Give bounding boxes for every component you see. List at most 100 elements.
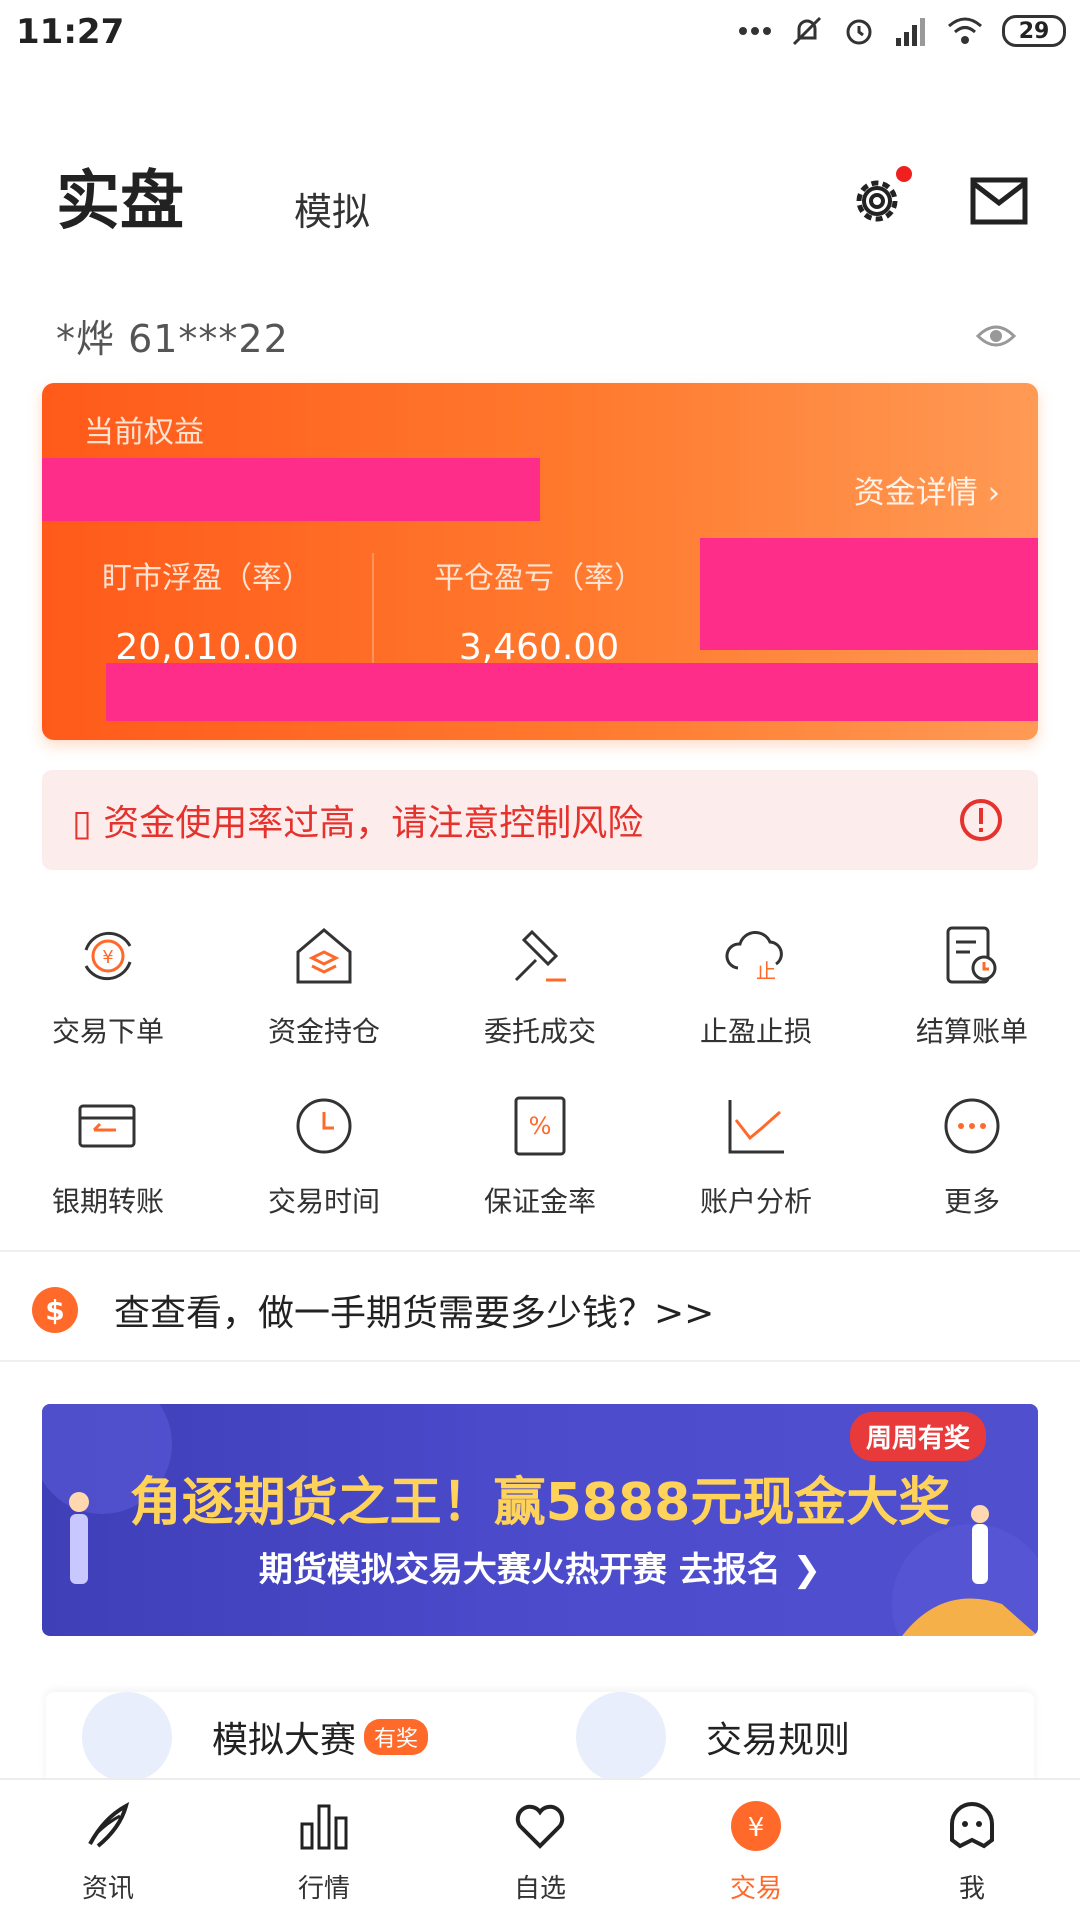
grid-label: 银期转账 xyxy=(51,1185,164,1218)
nav-trade[interactable]: ¥ 交易 xyxy=(648,1780,864,1920)
grid-label: 交易时间 xyxy=(267,1185,380,1218)
mute-bell-icon xyxy=(792,16,822,46)
news-feather-icon xyxy=(88,1801,130,1848)
nav-watchlist[interactable]: 自选 xyxy=(432,1780,648,1920)
grid-item-settlement-bill[interactable]: 结算账单 xyxy=(864,920,1080,1090)
feature-cards: 模拟大赛 有奖 交易规则 xyxy=(46,1692,1034,1782)
clock-icon xyxy=(296,1098,352,1154)
closed-pnl-label: 平仓盈亏（率） xyxy=(434,561,644,596)
grid-label: 保证金率 xyxy=(483,1185,596,1218)
wifi-icon xyxy=(948,17,982,44)
exclamation-circle-icon xyxy=(960,799,1002,841)
promo-text: 查查看，做一手期货需要多少钱？>> xyxy=(114,1293,715,1334)
header-tabs: 实盘 模拟 xyxy=(56,150,370,242)
line-chart-icon xyxy=(728,1100,784,1154)
nav-label: 行情 xyxy=(297,1874,350,1904)
mail-icon xyxy=(970,177,1028,225)
grid-item-trading-hours[interactable]: 交易时间 xyxy=(216,1090,432,1260)
floating-pnl-value: 20,010.00 xyxy=(115,627,299,668)
grid-label: 更多 xyxy=(943,1185,1000,1218)
status-bar: 11:27 29 xyxy=(0,0,1080,70)
tab-live[interactable]: 实盘 xyxy=(56,150,184,242)
grid-label: 委托成交 xyxy=(483,1015,596,1048)
status-icons: 29 xyxy=(738,14,1066,48)
account-row: *烨 61***22 xyxy=(56,308,1016,363)
header-actions xyxy=(846,166,1030,232)
trophy-icon xyxy=(82,1692,172,1782)
redaction-block-right xyxy=(700,538,1038,650)
tab-simulation[interactable]: 模拟 xyxy=(294,181,370,236)
margin-calculator-promo[interactable]: $ 查查看，做一手期货需要多少钱？>> xyxy=(32,1284,714,1336)
grid-label: 交易下单 xyxy=(51,1015,164,1048)
redaction-block-equity xyxy=(42,458,540,521)
card-title: 交易规则 xyxy=(706,1720,851,1761)
bill-clock-icon xyxy=(946,926,997,984)
equity-label: 当前权益 xyxy=(84,415,204,450)
risk-warning-banner[interactable]: ▯ 资金使用率过高，请注意控制风险 xyxy=(42,770,1038,870)
nav-me[interactable]: 我 xyxy=(864,1780,1080,1920)
nav-label: 交易 xyxy=(729,1874,782,1904)
yuan-circle-icon: ¥ xyxy=(731,1801,781,1851)
more-dots-status-icon xyxy=(739,27,771,35)
grid-label: 止盈止损 xyxy=(699,1015,812,1048)
card-transfer-icon xyxy=(78,1104,136,1148)
battery-icon: 29 xyxy=(1002,15,1066,47)
settings-button[interactable] xyxy=(846,166,912,232)
grid-item-bank-transfer[interactable]: 银期转账 xyxy=(0,1090,216,1260)
alarm-icon xyxy=(846,19,872,45)
card-trading-rules[interactable]: 交易规则 xyxy=(540,1692,1034,1782)
contest-banner[interactable]: 周周有奖 角逐期货之王！赢5888元现金大奖 期货模拟交易大赛火热开赛 去报名 … xyxy=(42,1404,1038,1636)
divider xyxy=(0,1360,1080,1362)
grid-item-trade-order[interactable]: ¥ 交易下单 xyxy=(0,920,216,1090)
notification-dot xyxy=(896,166,912,182)
grid-label: 结算账单 xyxy=(915,1015,1028,1048)
account-id: *烨 61***22 xyxy=(56,317,289,361)
status-time: 11:27 xyxy=(16,12,125,52)
redaction-block-bottom xyxy=(106,663,1038,721)
grid-label: 账户分析 xyxy=(699,1185,812,1218)
bar-chart-icon xyxy=(300,1804,348,1850)
banner-badge: 周周有奖 xyxy=(849,1412,986,1461)
svg-text:%: % xyxy=(529,1112,552,1140)
grid-item-take-profit-stop-loss[interactable]: 止 止盈止损 xyxy=(648,920,864,1090)
gavel-icon xyxy=(514,929,566,982)
eye-icon[interactable] xyxy=(976,322,1016,350)
grid-label: 资金持仓 xyxy=(267,1015,380,1048)
card-sim-contest[interactable]: 模拟大赛 有奖 xyxy=(46,1692,540,1782)
grid-item-orders-trades[interactable]: 委托成交 xyxy=(432,920,648,1090)
closed-pnl-value: 3,460.00 xyxy=(458,627,620,668)
floating-pnl-label: 盯市浮盈（率） xyxy=(102,561,312,596)
svg-text:¥: ¥ xyxy=(102,947,113,968)
nav-label: 资讯 xyxy=(81,1874,134,1904)
function-grid: ¥ 交易下单 资金持仓 委托成交 止 止盈止损 结算账单 银期转账 交易时间 %… xyxy=(0,920,1080,1260)
equity-card: 当前权益 资金详情 › 盯市浮盈（率） 20,010.00 平仓盈亏（率） 3,… xyxy=(42,383,1038,740)
banner-subtitle: 期货模拟交易大赛火热开赛 去报名 ❯ xyxy=(258,1550,822,1590)
grid-item-more[interactable]: 更多 xyxy=(864,1090,1080,1260)
signal-icon xyxy=(896,18,925,46)
svg-text:¥: ¥ xyxy=(748,1813,765,1843)
closed-pnl: 平仓盈亏（率） 3,460.00 xyxy=(374,553,704,668)
yuan-cycle-icon: ¥ xyxy=(84,931,132,981)
house-stack-icon xyxy=(296,928,352,984)
book-icon xyxy=(576,1692,666,1782)
banner-title: 角逐期货之王！赢5888元现金大奖 xyxy=(129,1473,951,1533)
percent-icon: % xyxy=(514,1096,566,1156)
svg-text:止: 止 xyxy=(756,959,776,983)
grid-item-account-analysis[interactable]: 账户分析 xyxy=(648,1090,864,1260)
dollar-icon: $ xyxy=(32,1287,78,1333)
heart-icon xyxy=(515,1804,565,1849)
nav-market[interactable]: 行情 xyxy=(216,1780,432,1920)
risk-warning-text: ▯ 资金使用率过高，请注意控制风险 xyxy=(72,803,644,844)
nav-news[interactable]: 资讯 xyxy=(0,1780,216,1920)
grid-item-margin-rate[interactable]: % 保证金率 xyxy=(432,1090,648,1260)
grid-row: 银期转账 交易时间 % 保证金率 账户分析 更多 xyxy=(0,1090,1080,1260)
cloud-stop-icon: 止 xyxy=(725,931,783,983)
nav-label: 我 xyxy=(958,1874,985,1904)
grid-item-funds-position[interactable]: 资金持仓 xyxy=(216,920,432,1090)
card-title: 模拟大赛 xyxy=(212,1720,357,1761)
more-dots-icon xyxy=(944,1098,1000,1154)
messages-button[interactable] xyxy=(968,170,1030,232)
funds-detail-link[interactable]: 资金详情 › xyxy=(854,467,1000,512)
floating-pnl: 盯市浮盈（率） 20,010.00 xyxy=(42,553,372,668)
profile-icon xyxy=(950,1801,994,1849)
